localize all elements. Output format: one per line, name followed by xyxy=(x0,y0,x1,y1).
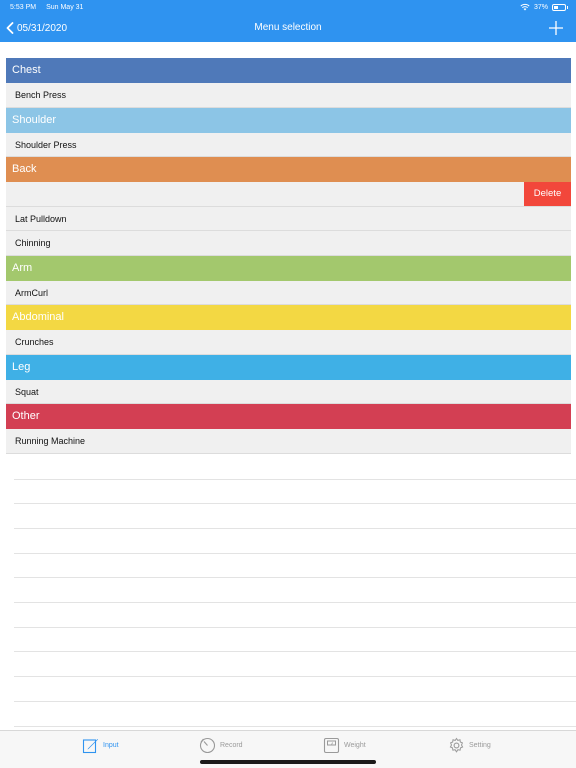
section-header: Leg xyxy=(6,354,571,380)
tab-record[interactable]: Record xyxy=(199,737,243,754)
tab-record-label: Record xyxy=(220,742,243,749)
empty-row-separator xyxy=(14,478,576,480)
wifi-icon xyxy=(520,3,530,11)
section-header: Arm xyxy=(6,255,571,281)
pencil-square-icon xyxy=(82,739,98,754)
exercise-row[interactable]: Shoulder Press xyxy=(6,132,571,157)
swiped-exercise-row[interactable]: Delete xyxy=(6,182,571,207)
exercise-label: ArmCurl xyxy=(15,287,48,298)
exercise-label: Running Machine xyxy=(15,436,86,446)
empty-row-separator xyxy=(14,577,576,579)
exercise-row[interactable]: Squat xyxy=(6,379,571,404)
gear-icon xyxy=(449,737,464,753)
add-button[interactable] xyxy=(548,20,564,36)
exercise-row[interactable]: Chinning xyxy=(6,231,571,256)
battery-percent: 37% xyxy=(533,3,548,11)
exercise-label: Shoulder Press xyxy=(15,139,77,150)
delete-button[interactable]: Delete xyxy=(524,182,571,206)
section-header: Shoulder xyxy=(6,107,571,133)
exercise-list: Chest Bench Press Shoulder Shoulder Press Ba… xyxy=(6,58,571,454)
empty-row-separator xyxy=(14,626,576,628)
status-time: 5:53 PM xyxy=(10,3,37,11)
status-bar: 5:53 PM Sun May 31 37% xyxy=(0,0,576,14)
home-indicator xyxy=(200,760,376,764)
tab-weight-label: Weight xyxy=(344,742,366,749)
status-date: Sun May 31 xyxy=(46,3,84,11)
exercise-row[interactable]: Bench Press xyxy=(6,83,571,108)
exercise-label: Bench Press xyxy=(15,90,67,100)
empty-row-separator xyxy=(14,552,576,554)
scale-icon xyxy=(323,737,340,754)
exercise-row[interactable]: Crunches xyxy=(6,330,571,355)
empty-row-separator xyxy=(14,725,576,727)
empty-row-separator xyxy=(14,602,576,603)
exercise-label: Squat xyxy=(15,386,39,397)
section-header: Back xyxy=(6,157,571,182)
tab-setting-label: Setting xyxy=(469,742,491,749)
clock-icon xyxy=(199,737,216,754)
empty-row-separator xyxy=(14,503,576,505)
status-right: 37% xyxy=(520,3,568,11)
tab-input-label: Input xyxy=(103,742,119,749)
exercise-row[interactable]: Running Machine xyxy=(6,429,571,454)
exercise-row[interactable]: ArmCurl xyxy=(6,280,571,305)
page-title: Menu selection xyxy=(254,22,322,33)
empty-row-separator xyxy=(14,700,576,702)
exercise-label: Lat Pulldown xyxy=(15,213,67,224)
section-header: Abdominal xyxy=(6,305,571,330)
tab-weight[interactable]: Weight xyxy=(323,737,366,754)
battery-icon xyxy=(552,3,568,11)
tab-input[interactable]: Input xyxy=(82,737,119,754)
section-header: Other xyxy=(6,404,571,429)
section-header: Chest xyxy=(6,58,571,83)
empty-row-separator xyxy=(14,651,576,653)
exercise-row[interactable]: Lat Pulldown xyxy=(6,206,571,231)
tab-setting[interactable]: Setting xyxy=(448,737,491,754)
exercise-label: Chinning xyxy=(15,238,51,248)
exercise-label: Crunches xyxy=(15,337,54,347)
navigation-bar: 05/31/2020 Menu selection xyxy=(0,14,576,42)
empty-row-separator xyxy=(14,676,576,678)
empty-row-separator xyxy=(14,527,576,529)
